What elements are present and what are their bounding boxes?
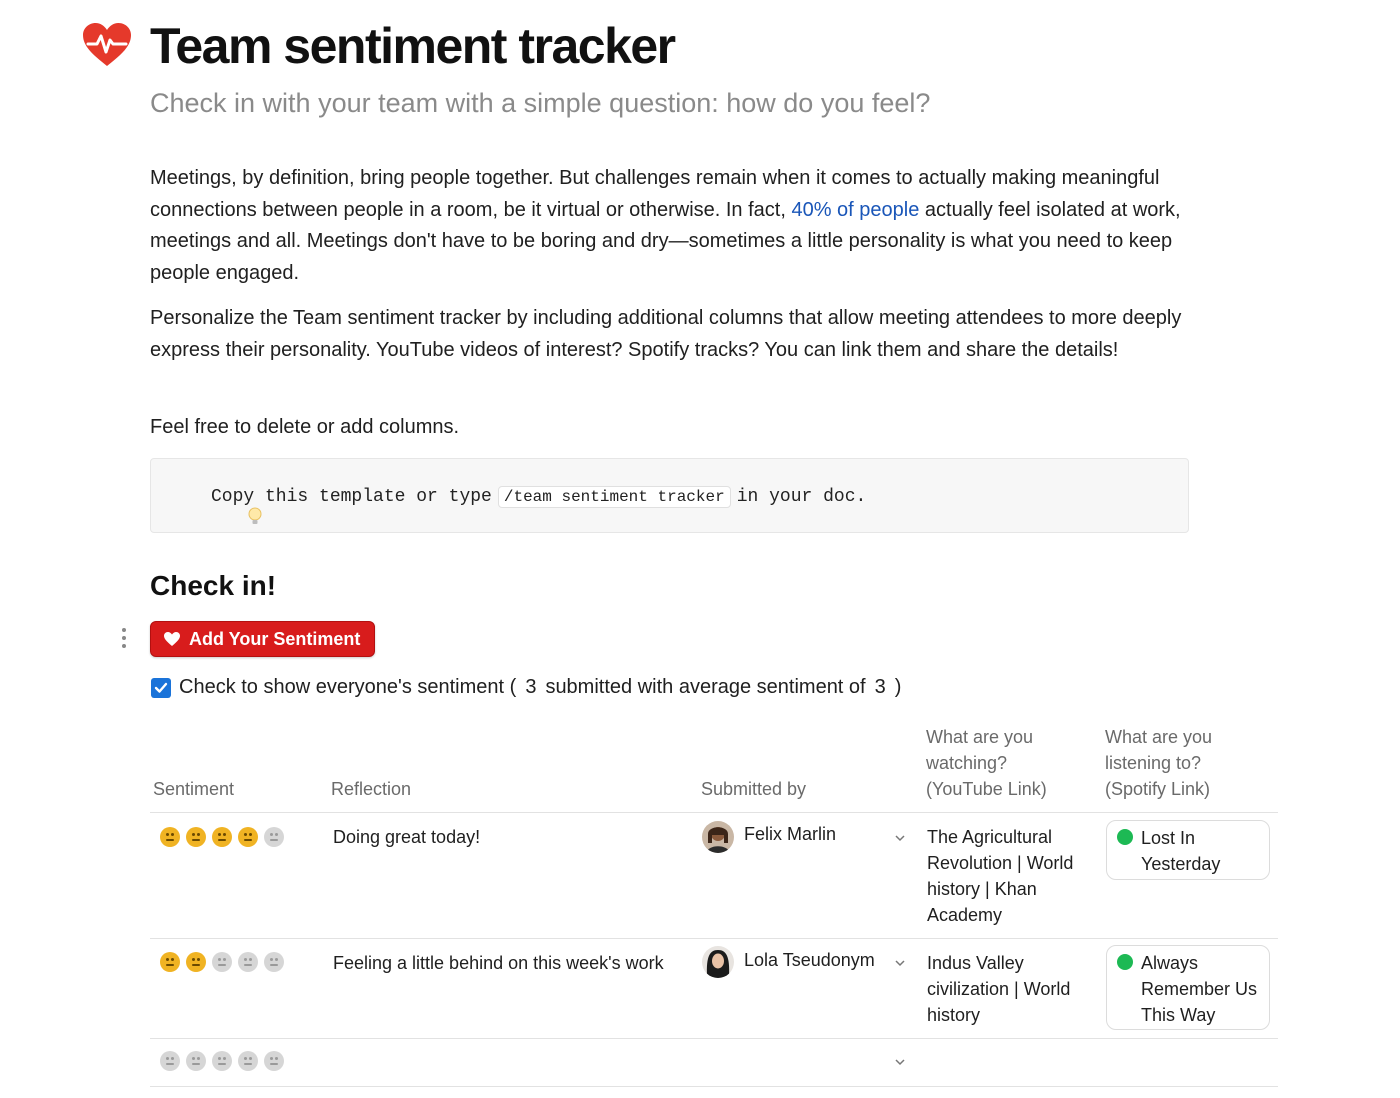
show-sentiment-checkbox[interactable] <box>151 677 171 698</box>
youtube-link[interactable]: The Agricultural Revolution | World hist… <box>927 824 1087 928</box>
column-header-listening[interactable]: What are you listening to? (Spotify Link… <box>1105 724 1245 802</box>
sentiment-face-icon[interactable] <box>238 1051 258 1071</box>
chevron-down-icon[interactable] <box>894 1058 906 1066</box>
spotify-link[interactable]: Lost In Yesterday <box>1106 820 1270 880</box>
table-divider <box>150 812 1278 813</box>
add-sentiment-button[interactable]: Add Your Sentiment <box>150 621 375 657</box>
column-header-submitted-by[interactable]: Submitted by <box>701 776 806 802</box>
sentiment-face-icon[interactable] <box>160 1051 180 1071</box>
sentiment-face-icon[interactable] <box>238 827 258 847</box>
slash-command-code: /team sentiment tracker <box>497 486 731 508</box>
submitted-count: 3 <box>525 676 537 698</box>
drag-handle-icon[interactable] <box>120 628 128 648</box>
sentiment-face-icon[interactable] <box>212 1051 232 1071</box>
spotify-icon <box>1117 829 1133 845</box>
statistic-link[interactable]: 40% of people <box>791 199 919 221</box>
chevron-down-icon[interactable] <box>894 959 906 967</box>
spotify-link[interactable]: Always Remember Us This Way <box>1106 945 1270 1030</box>
avatar <box>702 821 734 853</box>
table-divider <box>150 1086 1278 1087</box>
sentiment-face-icon[interactable] <box>186 827 206 847</box>
callout-text-after: in your doc. <box>736 487 867 507</box>
youtube-link[interactable]: Indus Valley civilization | World histor… <box>927 950 1087 1028</box>
table-divider <box>150 938 1278 939</box>
template-callout: Copy this template or type /team sentime… <box>150 458 1189 533</box>
add-sentiment-label: Add Your Sentiment <box>189 628 361 649</box>
intro-paragraph-2: Personalize the Team sentiment tracker b… <box>150 307 1182 361</box>
column-header-sentiment[interactable]: Sentiment <box>153 776 234 802</box>
sentiment-face-icon[interactable] <box>212 952 232 972</box>
check-text-after: ) <box>894 676 902 698</box>
check-text-before: Check to show everyone's sentiment ( <box>179 676 517 698</box>
submitted-by-name[interactable]: Lola Tseudonym <box>744 950 875 971</box>
checkmark-icon <box>154 682 168 693</box>
heart-icon <box>164 632 180 646</box>
page-title: Team sentiment tracker <box>150 18 676 74</box>
sentiment-face-icon[interactable] <box>264 952 284 972</box>
sentiment-face-icon[interactable] <box>264 827 284 847</box>
sentiment-rating[interactable] <box>160 1051 284 1071</box>
spotify-icon <box>1117 954 1133 970</box>
intro-paragraph-3: Feel free to delete or add columns. <box>150 416 460 438</box>
sentiment-face-icon[interactable] <box>186 1051 206 1071</box>
sentiment-face-icon[interactable] <box>238 952 258 972</box>
section-heading: Check in! <box>150 570 277 601</box>
sentiment-rating[interactable] <box>160 827 284 847</box>
reflection-text[interactable]: Feeling a little behind on this week's w… <box>333 950 664 976</box>
lightbulb-icon <box>183 487 262 524</box>
submitted-by-name[interactable]: Felix Marlin <box>744 824 836 845</box>
intro-paragraph-1: Meetings, by definition, bring people to… <box>150 167 1181 284</box>
sentiment-face-icon[interactable] <box>212 827 232 847</box>
table-divider <box>150 1038 1278 1039</box>
column-header-reflection[interactable]: Reflection <box>331 776 411 802</box>
sentiment-face-icon[interactable] <box>186 952 206 972</box>
average-sentiment: 3 <box>874 676 886 698</box>
sentiment-face-icon[interactable] <box>160 827 180 847</box>
heartbeat-icon <box>82 22 132 68</box>
avatar <box>702 946 734 978</box>
callout-text-before: Copy this template or type <box>211 487 492 507</box>
sentiment-face-icon[interactable] <box>264 1051 284 1071</box>
page-subtitle: Check in with your team with a simple qu… <box>150 88 931 118</box>
check-text-middle: submitted with average sentiment of <box>545 676 866 698</box>
show-sentiment-row: Check to show everyone's sentiment ( 3 s… <box>151 676 901 699</box>
column-header-watching[interactable]: What are you watching? (YouTube Link) <box>926 724 1076 802</box>
sentiment-face-icon[interactable] <box>160 952 180 972</box>
sentiment-rating[interactable] <box>160 952 284 972</box>
chevron-down-icon[interactable] <box>894 834 906 842</box>
reflection-text[interactable]: Doing great today! <box>333 824 480 850</box>
